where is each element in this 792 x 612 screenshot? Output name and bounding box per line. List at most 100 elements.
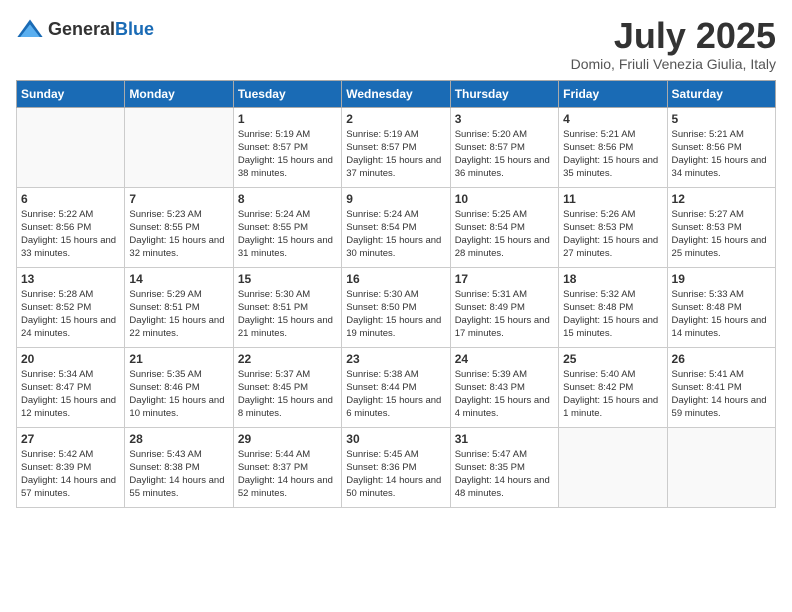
logo: GeneralBlue [16, 16, 154, 44]
day-number: 1 [238, 112, 337, 126]
day-info: Sunrise: 5:35 AM Sunset: 8:46 PM Dayligh… [129, 368, 228, 421]
header-row: SundayMondayTuesdayWednesdayThursdayFrid… [17, 80, 776, 107]
day-cell: 31 Sunrise: 5:47 AM Sunset: 8:35 PM Dayli… [450, 427, 558, 507]
day-cell: 4 Sunrise: 5:21 AM Sunset: 8:56 PM Daylig… [559, 107, 667, 187]
day-number: 12 [672, 192, 771, 206]
day-info: Sunrise: 5:22 AM Sunset: 8:56 PM Dayligh… [21, 208, 120, 261]
day-info: Sunrise: 5:21 AM Sunset: 8:56 PM Dayligh… [672, 128, 771, 181]
day-info: Sunrise: 5:34 AM Sunset: 8:47 PM Dayligh… [21, 368, 120, 421]
day-number: 11 [563, 192, 662, 206]
day-cell: 6 Sunrise: 5:22 AM Sunset: 8:56 PM Daylig… [17, 187, 125, 267]
day-info: Sunrise: 5:43 AM Sunset: 8:38 PM Dayligh… [129, 448, 228, 501]
day-number: 5 [672, 112, 771, 126]
day-number: 29 [238, 432, 337, 446]
header-cell-tuesday: Tuesday [233, 80, 341, 107]
day-cell: 22Sunrise: 5:37 AM Sunset: 8:45 PM Dayli… [233, 347, 341, 427]
day-number: 31 [455, 432, 554, 446]
day-cell [559, 427, 667, 507]
day-cell: 29 Sunrise: 5:44 AM Sunset: 8:37 PM Dayli… [233, 427, 341, 507]
day-info: Sunrise: 5:32 AM Sunset: 8:48 PM Dayligh… [563, 288, 662, 341]
day-info: Sunrise: 5:30 AM Sunset: 8:51 PM Dayligh… [238, 288, 337, 341]
day-number: 30 [346, 432, 445, 446]
day-cell: 15 Sunrise: 5:30 AM Sunset: 8:51 PM Dayli… [233, 267, 341, 347]
day-cell: 26 Sunrise: 5:41 AM Sunset: 8:41 PM Dayli… [667, 347, 775, 427]
day-info: Sunrise: 5:33 AM Sunset: 8:48 PM Dayligh… [672, 288, 771, 341]
day-number: 21 [129, 352, 228, 366]
day-info: Sunrise: 5:37 AM Sunset: 8:45 PM Dayligh… [238, 368, 337, 421]
week-row-2: 6 Sunrise: 5:22 AM Sunset: 8:56 PM Daylig… [17, 187, 776, 267]
header-cell-saturday: Saturday [667, 80, 775, 107]
day-cell: 8 Sunrise: 5:24 AM Sunset: 8:55 PM Daylig… [233, 187, 341, 267]
day-number: 7 [129, 192, 228, 206]
day-info: Sunrise: 5:21 AM Sunset: 8:56 PM Dayligh… [563, 128, 662, 181]
header-cell-thursday: Thursday [450, 80, 558, 107]
day-info: Sunrise: 5:23 AM Sunset: 8:55 PM Dayligh… [129, 208, 228, 261]
title-block: July 2025 Domio, Friuli Venezia Giulia, … [571, 16, 776, 72]
location-title: Domio, Friuli Venezia Giulia, Italy [571, 56, 776, 72]
day-cell: 2 Sunrise: 5:19 AM Sunset: 8:57 PM Daylig… [342, 107, 450, 187]
day-number: 28 [129, 432, 228, 446]
day-number: 6 [21, 192, 120, 206]
calendar-table: SundayMondayTuesdayWednesdayThursdayFrid… [16, 80, 776, 508]
day-number: 26 [672, 352, 771, 366]
day-cell: 10Sunrise: 5:25 AM Sunset: 8:54 PM Dayli… [450, 187, 558, 267]
day-info: Sunrise: 5:30 AM Sunset: 8:50 PM Dayligh… [346, 288, 445, 341]
day-number: 3 [455, 112, 554, 126]
day-cell: 17 Sunrise: 5:31 AM Sunset: 8:49 PM Dayli… [450, 267, 558, 347]
day-cell: 19 Sunrise: 5:33 AM Sunset: 8:48 PM Dayli… [667, 267, 775, 347]
day-info: Sunrise: 5:44 AM Sunset: 8:37 PM Dayligh… [238, 448, 337, 501]
day-number: 23 [346, 352, 445, 366]
day-number: 20 [21, 352, 120, 366]
day-number: 18 [563, 272, 662, 286]
week-row-5: 27Sunrise: 5:42 AM Sunset: 8:39 PM Dayli… [17, 427, 776, 507]
day-cell: 20 Sunrise: 5:34 AM Sunset: 8:47 PM Dayli… [17, 347, 125, 427]
day-cell: 13 Sunrise: 5:28 AM Sunset: 8:52 PM Dayli… [17, 267, 125, 347]
day-number: 8 [238, 192, 337, 206]
day-number: 16 [346, 272, 445, 286]
day-cell: 18 Sunrise: 5:32 AM Sunset: 8:48 PM Dayli… [559, 267, 667, 347]
day-number: 14 [129, 272, 228, 286]
header-cell-monday: Monday [125, 80, 233, 107]
week-row-3: 13 Sunrise: 5:28 AM Sunset: 8:52 PM Dayli… [17, 267, 776, 347]
calendar-body: 1 Sunrise: 5:19 AM Sunset: 8:57 PM Daylig… [17, 107, 776, 507]
day-info: Sunrise: 5:39 AM Sunset: 8:43 PM Dayligh… [455, 368, 554, 421]
day-info: Sunrise: 5:40 AM Sunset: 8:42 PM Dayligh… [563, 368, 662, 421]
week-row-4: 20 Sunrise: 5:34 AM Sunset: 8:47 PM Dayli… [17, 347, 776, 427]
day-number: 25 [563, 352, 662, 366]
day-info: Sunrise: 5:45 AM Sunset: 8:36 PM Dayligh… [346, 448, 445, 501]
day-cell: 12 Sunrise: 5:27 AM Sunset: 8:53 PM Dayli… [667, 187, 775, 267]
day-cell: 9 Sunrise: 5:24 AM Sunset: 8:54 PM Daylig… [342, 187, 450, 267]
day-cell: 1Sunrise: 5:19 AM Sunset: 8:57 PM Daylig… [233, 107, 341, 187]
day-cell: 7 Sunrise: 5:23 AM Sunset: 8:55 PM Daylig… [125, 187, 233, 267]
day-number: 17 [455, 272, 554, 286]
header-cell-sunday: Sunday [17, 80, 125, 107]
day-info: Sunrise: 5:42 AM Sunset: 8:39 PM Dayligh… [21, 448, 120, 501]
day-number: 9 [346, 192, 445, 206]
logo-icon [16, 16, 44, 44]
day-info: Sunrise: 5:47 AM Sunset: 8:35 PM Dayligh… [455, 448, 554, 501]
day-cell: 25 Sunrise: 5:40 AM Sunset: 8:42 PM Dayli… [559, 347, 667, 427]
day-number: 19 [672, 272, 771, 286]
day-number: 4 [563, 112, 662, 126]
day-number: 15 [238, 272, 337, 286]
day-cell: 3Sunrise: 5:20 AM Sunset: 8:57 PM Daylig… [450, 107, 558, 187]
day-info: Sunrise: 5:24 AM Sunset: 8:55 PM Dayligh… [238, 208, 337, 261]
day-info: Sunrise: 5:28 AM Sunset: 8:52 PM Dayligh… [21, 288, 120, 341]
day-info: Sunrise: 5:26 AM Sunset: 8:53 PM Dayligh… [563, 208, 662, 261]
day-info: Sunrise: 5:19 AM Sunset: 8:57 PM Dayligh… [346, 128, 445, 181]
logo-general: General [48, 19, 115, 39]
calendar-header: SundayMondayTuesdayWednesdayThursdayFrid… [17, 80, 776, 107]
day-info: Sunrise: 5:29 AM Sunset: 8:51 PM Dayligh… [129, 288, 228, 341]
day-number: 2 [346, 112, 445, 126]
day-info: Sunrise: 5:41 AM Sunset: 8:41 PM Dayligh… [672, 368, 771, 421]
day-cell: 23Sunrise: 5:38 AM Sunset: 8:44 PM Dayli… [342, 347, 450, 427]
week-row-1: 1 Sunrise: 5:19 AM Sunset: 8:57 PM Daylig… [17, 107, 776, 187]
day-info: Sunrise: 5:24 AM Sunset: 8:54 PM Dayligh… [346, 208, 445, 261]
day-cell [667, 427, 775, 507]
day-cell [17, 107, 125, 187]
day-cell: 27Sunrise: 5:42 AM Sunset: 8:39 PM Dayli… [17, 427, 125, 507]
day-number: 13 [21, 272, 120, 286]
day-info: Sunrise: 5:31 AM Sunset: 8:49 PM Dayligh… [455, 288, 554, 341]
day-cell: 5 Sunrise: 5:21 AM Sunset: 8:56 PM Daylig… [667, 107, 775, 187]
day-info: Sunrise: 5:27 AM Sunset: 8:53 PM Dayligh… [672, 208, 771, 261]
